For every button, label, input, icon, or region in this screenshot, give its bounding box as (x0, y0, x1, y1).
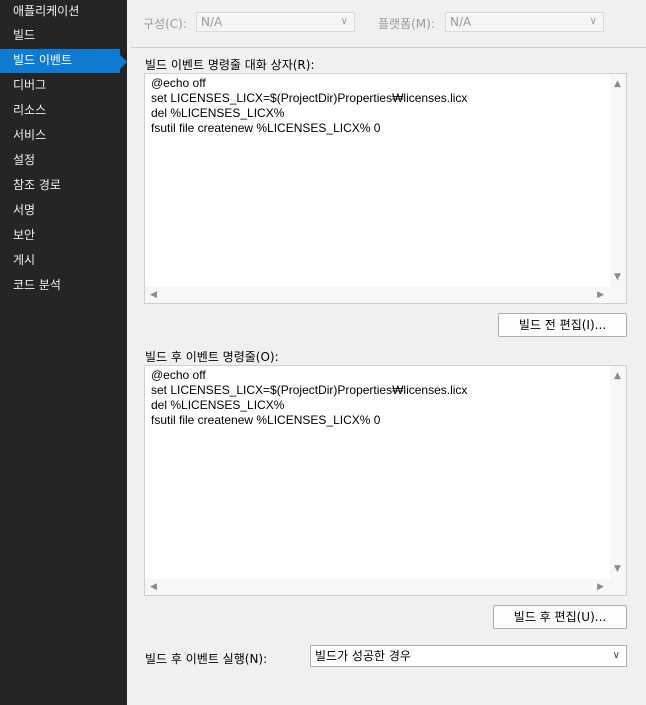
chevron-down-icon: ∨ (589, 16, 597, 27)
sidebar-item-build-events[interactable]: 빌드 이벤트 (0, 49, 120, 73)
platform-value: N/A (450, 15, 472, 29)
configuration-label: 구성(C): (143, 17, 187, 31)
prebuild-command-editor[interactable]: @echo off set LICENSES_LICX=$(ProjectDir… (144, 73, 627, 304)
postbuild-label: 빌드 후 이벤트 명령줄(O): (145, 350, 279, 364)
run-postbuild-select[interactable]: 빌드가 성공한 경우 ∨ (310, 645, 627, 667)
run-postbuild-label: 빌드 후 이벤트 실행(N): (145, 652, 268, 666)
scroll-left-arrow-icon[interactable]: ◀ (150, 290, 157, 300)
sidebar-item-code-analysis[interactable]: 코드 분석 (0, 274, 120, 298)
postbuild-command-editor[interactable]: @echo off set LICENSES_LICX=$(ProjectDir… (144, 365, 627, 596)
build-events-panel: 구성(C): N/A ∨ 플랫폼(M): N/A ∨ 빌드 이벤트 명령줄 대화… (127, 0, 646, 705)
scroll-right-arrow-icon[interactable]: ▶ (597, 290, 604, 300)
sidebar-item-debug[interactable]: 디버그 (0, 74, 120, 98)
postbuild-command-text: @echo off set LICENSES_LICX=$(ProjectDir… (151, 368, 468, 427)
edit-prebuild-button[interactable]: 빌드 전 편집(I)... (498, 313, 627, 337)
sidebar-item-resources[interactable]: 리소스 (0, 99, 120, 123)
scroll-right-arrow-icon[interactable]: ▶ (597, 582, 604, 592)
sidebar-item-reference-paths[interactable]: 참조 경로 (0, 174, 120, 198)
sidebar-item-services[interactable]: 서비스 (0, 124, 120, 148)
configuration-combo[interactable]: N/A ∨ (196, 12, 355, 32)
prebuild-vertical-scrollbar[interactable]: ▲ ▼ (610, 74, 626, 287)
platform-label: 플랫폼(M): (378, 17, 435, 31)
edit-postbuild-button[interactable]: 빌드 후 편집(U)... (493, 605, 627, 629)
chevron-down-icon: ∨ (340, 16, 348, 27)
scroll-up-arrow-icon[interactable]: ▲ (614, 371, 621, 381)
scrollbar-corner (610, 287, 626, 303)
chevron-down-icon: ∨ (612, 650, 620, 661)
sidebar-item-signing[interactable]: 서명 (0, 199, 120, 223)
sidebar-item-publish[interactable]: 게시 (0, 249, 120, 273)
scroll-down-arrow-icon[interactable]: ▼ (614, 272, 621, 282)
scroll-down-arrow-icon[interactable]: ▼ (614, 564, 621, 574)
postbuild-horizontal-scrollbar[interactable]: ◀ ▶ (145, 579, 610, 595)
prebuild-command-text: @echo off set LICENSES_LICX=$(ProjectDir… (151, 76, 468, 135)
active-item-pointer-icon (120, 55, 127, 69)
platform-combo[interactable]: N/A ∨ (445, 12, 604, 32)
prebuild-horizontal-scrollbar[interactable]: ◀ ▶ (145, 287, 610, 303)
header-divider (131, 47, 646, 48)
sidebar-item-settings[interactable]: 설정 (0, 149, 120, 173)
scrollbar-corner (610, 579, 626, 595)
sidebar-item-build[interactable]: 빌드 (0, 24, 120, 48)
postbuild-vertical-scrollbar[interactable]: ▲ ▼ (610, 366, 626, 579)
scroll-left-arrow-icon[interactable]: ◀ (150, 582, 157, 592)
scroll-up-arrow-icon[interactable]: ▲ (614, 79, 621, 89)
sidebar-nav: 애플리케이션 빌드 빌드 이벤트 디버그 리소스 서비스 설정 참조 경로 서명… (0, 0, 127, 705)
sidebar-item-security[interactable]: 보안 (0, 224, 120, 248)
configuration-value: N/A (201, 15, 223, 29)
run-postbuild-value: 빌드가 성공한 경우 (315, 649, 411, 663)
sidebar-item-application[interactable]: 애플리케이션 (0, 0, 120, 24)
prebuild-label: 빌드 이벤트 명령줄 대화 상자(R): (145, 58, 315, 72)
